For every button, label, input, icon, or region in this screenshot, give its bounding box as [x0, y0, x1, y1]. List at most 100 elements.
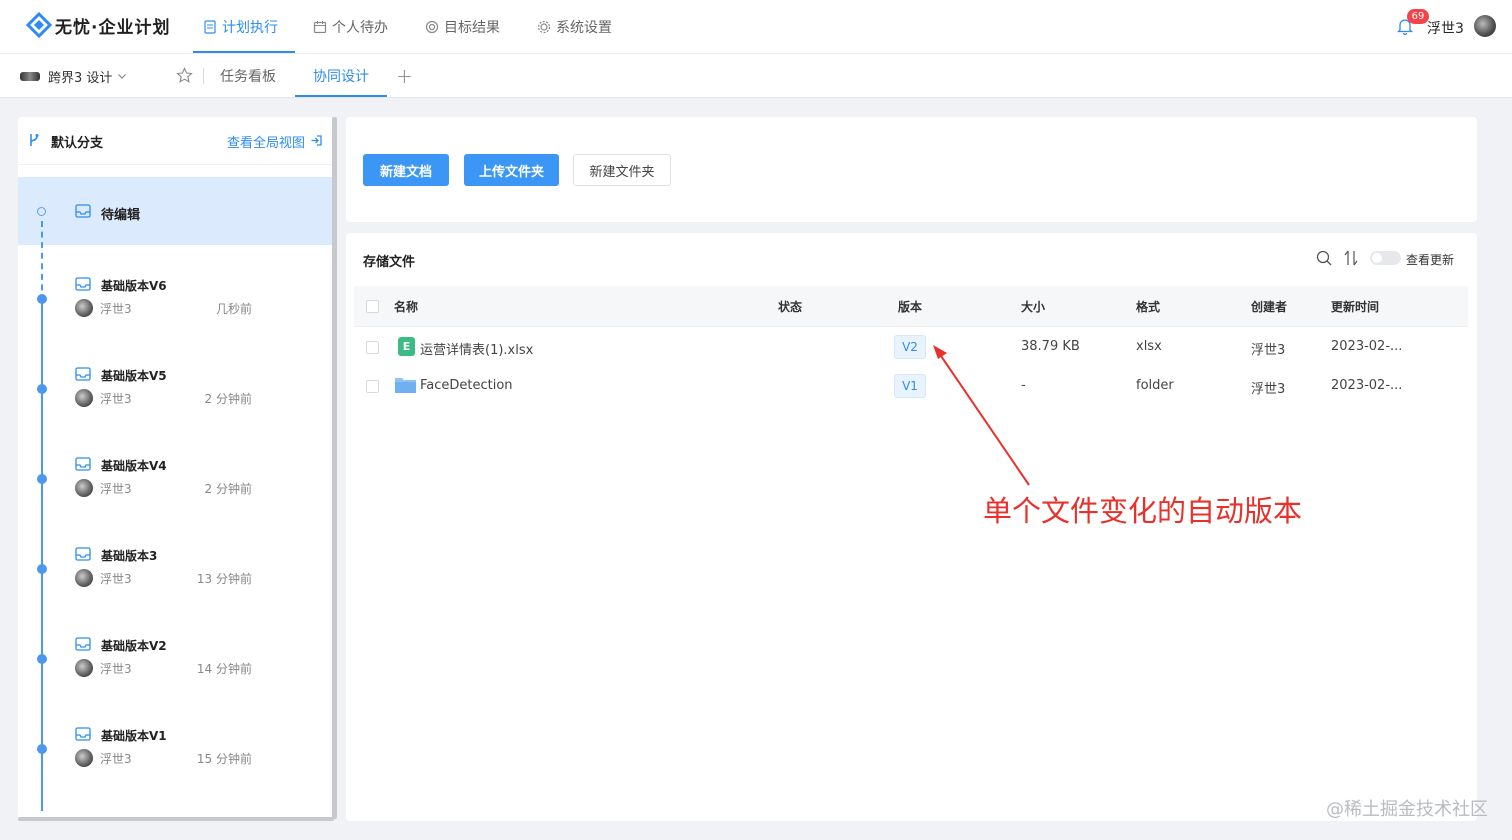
new-folder-button[interactable]: 新建文件夹	[573, 154, 671, 186]
tab-collab-design[interactable]: 协同设计	[313, 54, 369, 98]
stored-files-card: 存储文件 查看更新 名称 状态 版本 大小 格式 创建者 更新时间 E 运营详情…	[346, 233, 1477, 821]
branch-icon	[30, 134, 39, 146]
version-time: 15 分钟前	[196, 752, 252, 766]
watermark: @稀土掘金技术社区	[1326, 799, 1488, 820]
view-updates-toggle[interactable]	[1370, 251, 1401, 265]
target-icon	[425, 20, 439, 34]
vertical-scrollbar[interactable]	[332, 117, 337, 819]
row-checkbox[interactable]	[366, 341, 379, 354]
tab-active-indicator	[295, 95, 387, 97]
upload-folder-button[interactable]: 上传文件夹	[464, 154, 559, 186]
version-user: 浮世3	[100, 302, 132, 316]
version-name: 基础版本V4	[101, 459, 167, 473]
column-header: 名称	[394, 300, 419, 314]
version-name: 基础版本3	[101, 549, 158, 563]
version-tag[interactable]: V1	[894, 374, 926, 398]
timeline-dot	[37, 474, 47, 484]
top-nav-bar: 无忧·企业计划 计划执行 个人待办 目标结果 系统设置 69 浮世3	[0, 0, 1512, 54]
nav-system-settings[interactable]: 系统设置	[537, 0, 612, 54]
login-arrow-icon[interactable]	[310, 134, 323, 147]
pending-edit-item[interactable]: 待编辑	[18, 177, 334, 245]
new-document-button[interactable]: 新建文档	[363, 154, 449, 186]
avatar	[75, 299, 93, 317]
project-selector[interactable]: 跨界3 设计	[20, 54, 127, 98]
list-item[interactable]: 基础版本V1 浮世3 15 分钟前	[18, 727, 334, 817]
folder-icon	[395, 378, 416, 393]
star-icon[interactable]	[176, 67, 193, 84]
nav-label: 目标结果	[444, 20, 500, 36]
list-item[interactable]: 基础版本V4 浮世3 2 分钟前	[18, 457, 334, 547]
tab-task-board[interactable]: 任务看板	[220, 54, 276, 98]
list-item[interactable]: 基础版本3 浮世3 13 分钟前	[18, 547, 334, 637]
list-item[interactable]: 基础版本V2 浮世3 14 分钟前	[18, 637, 334, 727]
version-name: 基础版本V5	[101, 369, 167, 383]
table-row[interactable]: FaceDetection V1 - folder 浮世3 2023-02-..…	[354, 366, 1468, 406]
app-logo[interactable]: 无忧·企业计划	[26, 12, 170, 38]
nav-personal-todo[interactable]: 个人待办	[313, 0, 388, 54]
project-name: 跨界3 设计	[48, 70, 113, 86]
table-row[interactable]: E 运营详情表(1).xlsx V2 38.79 KB xlsx 浮世3 202…	[354, 327, 1468, 367]
inbox-icon	[75, 457, 91, 471]
inbox-icon	[75, 277, 91, 291]
version-name: 基础版本V2	[101, 639, 167, 653]
select-all-checkbox[interactable]	[366, 300, 379, 313]
nav-plan-execution[interactable]: 计划执行	[203, 0, 278, 54]
version-user: 浮世3	[100, 572, 132, 586]
row-checkbox[interactable]	[366, 380, 379, 393]
list-item[interactable]: 基础版本V5 浮世3 2 分钟前	[18, 367, 334, 457]
column-header: 大小	[1021, 300, 1046, 314]
version-name: 基础版本V1	[101, 729, 167, 743]
avatar	[75, 479, 93, 497]
avatar	[75, 569, 93, 587]
branch-header: 默认分支 查看全局视图	[18, 117, 334, 165]
excel-file-icon: E	[398, 337, 415, 356]
document-icon	[204, 20, 216, 34]
column-header: 版本	[898, 300, 923, 314]
file-updated: 2023-02-...	[1331, 339, 1403, 354]
global-view-link[interactable]: 查看全局视图	[227, 132, 305, 151]
nav-label: 计划执行	[222, 20, 278, 36]
project-subbar: 跨界3 设计 任务看板 协同设计 +	[0, 54, 1512, 98]
inbox-icon	[75, 204, 91, 218]
version-user: 浮世3	[100, 752, 132, 766]
avatar	[75, 659, 93, 677]
version-user: 浮世3	[100, 662, 132, 676]
timeline-dot	[37, 744, 47, 754]
horizontal-scrollbar[interactable]	[18, 817, 334, 821]
user-name[interactable]: 浮世3	[1427, 18, 1464, 38]
chevron-down-icon	[118, 74, 127, 79]
gear-icon	[537, 20, 551, 34]
table-header: 名称 状态 版本 大小 格式 创建者 更新时间	[354, 286, 1468, 327]
version-tag[interactable]: V2	[894, 335, 926, 359]
version-time: 几秒前	[215, 302, 252, 316]
file-format: xlsx	[1136, 339, 1162, 354]
version-user: 浮世3	[100, 482, 132, 496]
pending-label: 待编辑	[101, 208, 141, 223]
action-card: 新建文档 上传文件夹 新建文件夹	[346, 117, 1477, 222]
version-name: 基础版本V6	[101, 279, 167, 293]
search-icon[interactable]	[1316, 250, 1332, 266]
version-user: 浮世3	[100, 392, 132, 406]
app-title: 无忧·企业计划	[55, 17, 171, 38]
file-name[interactable]: FaceDetection	[420, 378, 513, 393]
version-time: 2 分钟前	[204, 482, 252, 496]
nav-goal-results[interactable]: 目标结果	[425, 0, 500, 54]
file-updated: 2023-02-...	[1331, 378, 1403, 393]
column-header: 更新时间	[1331, 300, 1380, 314]
version-panel: 默认分支 查看全局视图 待编辑 基础版本V6 浮世3 几秒前 基础版本V5 浮世…	[18, 117, 334, 819]
version-time: 13 分钟前	[196, 572, 252, 586]
version-time: 14 分钟前	[196, 662, 252, 676]
nav-active-indicator	[193, 51, 295, 53]
file-name[interactable]: 运营详情表(1).xlsx	[420, 339, 533, 358]
timeline-dot	[37, 384, 47, 394]
add-tab-button[interactable]: +	[396, 64, 413, 88]
branch-name: 默认分支	[51, 136, 104, 151]
column-header: 格式	[1136, 300, 1161, 314]
sort-icon[interactable]	[1343, 249, 1359, 267]
timeline-dot	[37, 294, 47, 304]
file-format: folder	[1136, 378, 1174, 393]
timeline-dot	[37, 654, 47, 664]
list-item[interactable]: 基础版本V6 浮世3 几秒前	[18, 277, 334, 367]
annotation-arrow	[933, 345, 1030, 486]
avatar[interactable]	[1474, 15, 1496, 37]
